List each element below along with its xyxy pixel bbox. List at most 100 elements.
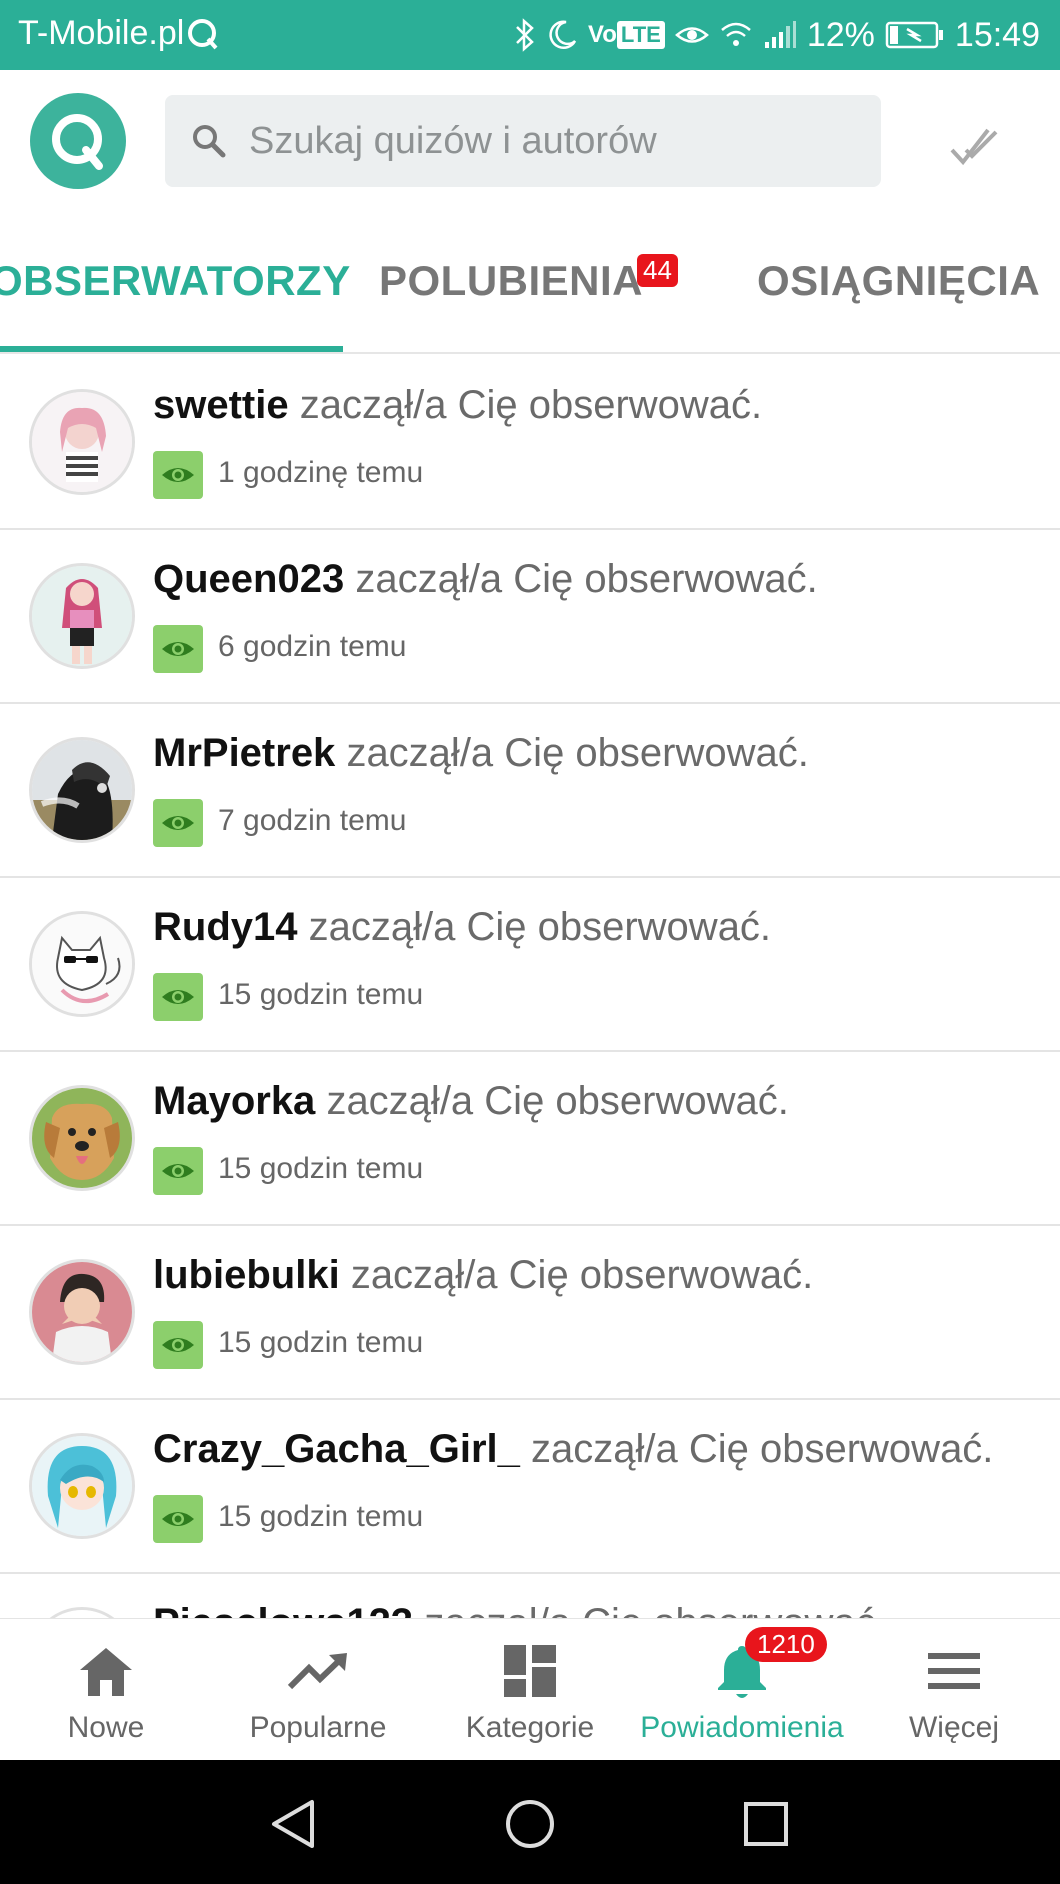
network-type: LTE [616,21,665,49]
nav-wiecej[interactable]: Więcej [848,1619,1060,1761]
battery-charging-icon [885,20,945,50]
list-item[interactable]: Queen023 zaczął/a Cię obserwować. 6 godz… [0,530,1060,704]
notification-text: lubiebulki zaczął/a Cię obserwować. [153,1253,813,1298]
avatar[interactable] [29,1433,135,1539]
notification-action: zaczął/a Cię obserwować. [299,383,763,427]
eye-icon [153,1495,203,1543]
avatar[interactable] [29,1085,135,1191]
notification-action: zaczął/a Cię obserwować. [346,731,809,775]
notification-text: MrPietrek zaczął/a Cię obserwować. [153,731,809,776]
notification-time: 7 godzin temu [218,804,407,837]
recents-icon[interactable] [740,1798,792,1850]
search-input[interactable] [249,119,849,163]
nav-label: Nowe [67,1711,145,1744]
nav-label: Powiadomienia [640,1711,844,1744]
notification-time: 15 godzin temu [218,1326,424,1359]
avatar[interactable] [29,563,135,669]
notification-action: zaczął/a Cię obserwować. [350,1253,814,1297]
eye-icon [153,451,203,499]
double-check-icon[interactable] [948,120,1000,172]
notification-text: swettie zaczął/a Cię obserwować. [153,383,762,428]
list-item[interactable]: Crazy_Gacha_Girl_ zaczął/a Cię obserwowa… [0,1400,1060,1574]
bottom-nav: Nowe Popularne Kategorie Powiadomienia 1… [0,1618,1060,1760]
username[interactable]: Piesclowa123 [153,1601,413,1618]
notification-text: Queen023 zaczął/a Cię obserwować. [153,557,818,602]
avatar[interactable] [29,1259,135,1365]
notification-action: zaczął/a Cię obserwować. [355,557,818,601]
notifications-badge: 1210 [745,1627,827,1662]
notification-time: 6 godzin temu [218,630,407,663]
volte-label: Vo [588,21,617,48]
tab-polubienia[interactable]: POLUBIENIA [379,257,643,305]
username[interactable]: MrPietrek [153,731,335,775]
username[interactable]: Crazy_Gacha_Girl_ [153,1427,520,1471]
eye-icon [153,799,203,847]
list-item[interactable]: Piesclowa123 zaczął/a Cię obserwować. [0,1574,1060,1618]
list-item[interactable]: Rudy14 zaczął/a Cię obserwować. 15 godzi… [0,878,1060,1052]
notification-action: zaczął/a Cię obserwować. [308,905,772,949]
avatar[interactable] [29,737,135,843]
bluetooth-icon [514,18,536,52]
notification-action: zaczął/a Cię obserwować. [424,1601,886,1618]
eye-icon [153,1147,203,1195]
list-item[interactable]: MrPietrek zaczął/a Cię obserwować. 7 god… [0,704,1060,878]
username[interactable]: swettie [153,383,289,427]
nav-label: Popularne [249,1711,387,1744]
list-item[interactable]: lubiebulki zaczął/a Cię obserwować. 15 g… [0,1226,1060,1400]
notification-time: 15 godzin temu [218,1500,424,1533]
notification-list[interactable]: swettie zaczął/a Cię obserwować. 1 godzi… [0,356,1060,1618]
logo-icon[interactable] [30,93,126,189]
tab-bar: OBSERWATORZY POLUBIENIA 44 OSIĄGNIĘCIA [0,212,1060,354]
likes-badge: 44 [637,254,678,287]
notification-text: Rudy14 zaczął/a Cię obserwować. [153,905,771,950]
volte-icon: Vo LTE [588,21,665,49]
carrier: T-Mobile.pl [18,14,220,53]
wifi-icon [719,20,753,50]
carrier-name: T-Mobile.pl [18,14,185,52]
moon-icon [546,19,578,51]
search-box[interactable] [165,95,881,187]
list-item[interactable]: Mayorka zaczął/a Cię obserwować. 15 godz… [0,1052,1060,1226]
username[interactable]: Queen023 [153,557,344,601]
search-icon [189,121,229,161]
tab-obserwatorzy[interactable]: OBSERWATORZY [0,257,351,305]
notification-text: Mayorka zaczął/a Cię obserwować. [153,1079,789,1124]
battery-percent: 12% [806,15,875,54]
clock: 15:49 [954,15,1040,54]
back-icon[interactable] [268,1798,320,1850]
home-icon [76,1641,136,1701]
menu-icon [926,1641,982,1701]
notification-action: zaczął/a Cię obserwować. [531,1427,994,1471]
username[interactable]: Rudy14 [153,905,298,949]
status-icons: Vo LTE 12% 15:49 [514,12,1040,58]
status-bar: T-Mobile.pl Vo LTE 12% 15:49 [0,0,1060,70]
nav-nowe[interactable]: Nowe [0,1619,212,1761]
avatar[interactable] [29,389,135,495]
nav-label: Kategorie [465,1711,595,1744]
home-circle-icon[interactable] [504,1798,556,1850]
notification-action: zaczął/a Cię obserwować. [326,1079,789,1123]
notification-time: 15 godzin temu [218,978,424,1011]
tab-osiagniecia[interactable]: OSIĄGNIĘCIA [757,257,1040,305]
eye-icon [674,22,709,48]
eye-icon [153,1321,203,1369]
eye-icon [153,625,203,673]
app-header [0,70,1060,212]
avatar[interactable] [29,911,135,1017]
avatar[interactable] [29,1607,135,1618]
username[interactable]: Mayorka [153,1079,315,1123]
nav-label: Więcej [908,1711,999,1744]
nav-kategorie[interactable]: Kategorie [424,1619,636,1761]
notification-time: 1 godzinę temu [218,456,424,489]
trending-icon [287,1641,349,1701]
tab-indicator [0,346,343,352]
list-item[interactable]: swettie zaczął/a Cię obserwować. 1 godzi… [0,356,1060,530]
eye-icon [153,973,203,1021]
system-nav-bar [0,1760,1060,1884]
dashboard-icon [502,1641,558,1701]
notification-time: 15 godzin temu [218,1152,424,1185]
nav-popularne[interactable]: Popularne [212,1619,424,1761]
username[interactable]: lubiebulki [153,1253,340,1297]
quizme-icon [186,17,220,51]
notification-text: Piesclowa123 zaczął/a Cię obserwować. [153,1601,887,1618]
